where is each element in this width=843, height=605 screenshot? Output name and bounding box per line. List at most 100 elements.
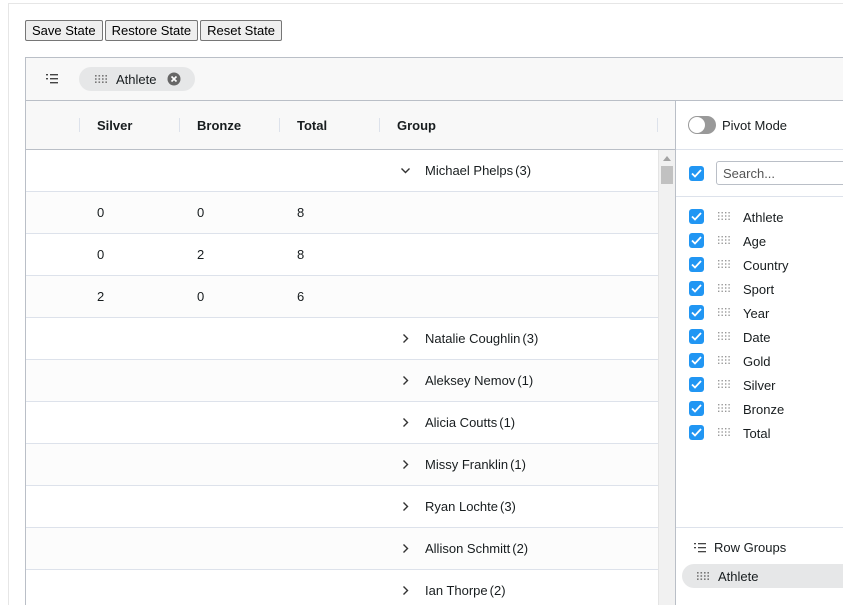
drag-grip-icon[interactable] xyxy=(718,307,730,317)
group-cell: Aleksey Nemov (1) xyxy=(425,360,533,401)
column-checkbox[interactable] xyxy=(689,305,704,320)
group-row[interactable]: Alicia Coutts (1) xyxy=(26,402,658,444)
group-count: (3) xyxy=(515,163,532,178)
chevron-right-icon[interactable] xyxy=(400,501,411,512)
chevron-right-icon[interactable] xyxy=(400,585,411,596)
cell-bronze: 0 xyxy=(197,289,205,304)
pivot-mode-toggle[interactable] xyxy=(688,116,716,134)
group-row[interactable]: Missy Franklin (1) xyxy=(26,444,658,486)
table-row[interactable]: 2 0 6 xyxy=(26,276,658,318)
row-groups-section: Row Groups Athlete xyxy=(676,527,843,605)
group-cell: Ian Thorpe (2) xyxy=(425,570,506,605)
pivot-mode-label: Pivot Mode xyxy=(722,118,788,133)
row-group-item-athlete[interactable]: Athlete xyxy=(682,564,843,588)
group-row[interactable]: Ian Thorpe (2) xyxy=(26,570,658,605)
pivot-mode-section: Pivot Mode xyxy=(676,101,843,150)
drag-grip-icon[interactable] xyxy=(718,235,730,245)
chevron-right-icon[interactable] xyxy=(400,333,411,344)
scrollbar-thumb[interactable] xyxy=(661,166,673,184)
select-all-checkbox[interactable] xyxy=(689,166,704,181)
column-item-country[interactable]: Country xyxy=(676,253,843,277)
column-item-year[interactable]: Year xyxy=(676,301,843,325)
column-search-input[interactable] xyxy=(716,161,843,185)
row-group-drop-panel[interactable]: Athlete xyxy=(26,58,843,101)
column-item-label: Bronze xyxy=(743,401,785,417)
header-group[interactable]: Group xyxy=(397,101,436,149)
group-count: (2) xyxy=(512,541,529,556)
drag-grip-icon[interactable] xyxy=(718,283,730,293)
save-state-button[interactable]: Save State xyxy=(25,20,103,41)
group-row[interactable]: Allison Schmitt (2) xyxy=(26,528,658,570)
group-name: Alicia Coutts xyxy=(425,415,498,430)
column-item-total[interactable]: Total xyxy=(676,421,843,445)
drag-grip-icon[interactable] xyxy=(95,74,107,84)
header-silver[interactable]: Silver xyxy=(97,101,132,149)
vertical-scrollbar[interactable] xyxy=(658,150,675,605)
column-item-athlete[interactable]: Athlete xyxy=(676,205,843,229)
cell-silver: 2 xyxy=(97,289,105,304)
chevron-right-icon[interactable] xyxy=(400,459,411,470)
restore-state-button[interactable]: Restore State xyxy=(104,20,199,41)
group-name: Allison Schmitt xyxy=(425,541,511,556)
toolbar: Save State Restore State Reset State xyxy=(25,20,283,41)
table-row[interactable]: 0 0 8 xyxy=(26,192,658,234)
cell-total: 8 xyxy=(297,205,305,220)
column-checkbox[interactable] xyxy=(689,233,704,248)
column-item-label: Date xyxy=(743,329,771,345)
column-item-label: Athlete xyxy=(743,209,784,225)
group-row[interactable]: Ryan Lochte (3) xyxy=(26,486,658,528)
column-item-bronze[interactable]: Bronze xyxy=(676,397,843,421)
column-item-sport[interactable]: Sport xyxy=(676,277,843,301)
drag-grip-icon[interactable] xyxy=(718,355,730,365)
remove-group-icon[interactable] xyxy=(167,72,181,86)
group-row[interactable]: Natalie Coughlin (3) xyxy=(26,318,658,360)
drag-grip-icon[interactable] xyxy=(718,259,730,269)
group-chip-label: Athlete xyxy=(116,71,157,87)
column-item-age[interactable]: Age xyxy=(676,229,843,253)
drag-grip-icon[interactable] xyxy=(718,211,730,221)
header-total[interactable]: Total xyxy=(297,101,327,149)
drag-grip-icon[interactable] xyxy=(718,331,730,341)
column-checkbox[interactable] xyxy=(689,353,704,368)
group-row[interactable]: Michael Phelps (3) xyxy=(26,150,658,192)
group-name: Aleksey Nemov xyxy=(425,373,516,388)
chevron-right-icon[interactable] xyxy=(400,375,411,386)
column-item-silver[interactable]: Silver xyxy=(676,373,843,397)
column-checkbox[interactable] xyxy=(689,329,704,344)
row-groups-header: Row Groups xyxy=(694,540,786,555)
row-groups-title: Row Groups xyxy=(714,540,787,555)
column-item-date[interactable]: Date xyxy=(676,325,843,349)
cell-total: 8 xyxy=(297,247,305,262)
column-checkbox[interactable] xyxy=(689,209,704,224)
column-checkbox[interactable] xyxy=(689,401,704,416)
cell-bronze: 2 xyxy=(197,247,205,262)
drag-grip-icon[interactable] xyxy=(718,379,730,389)
group-cell: Alicia Coutts (1) xyxy=(425,402,515,443)
header-bronze[interactable]: Bronze xyxy=(197,101,241,149)
chevron-right-icon[interactable] xyxy=(400,543,411,554)
scroll-up-icon[interactable] xyxy=(663,155,671,161)
group-name: Natalie Coughlin xyxy=(425,331,521,346)
column-item-label: Age xyxy=(743,233,767,249)
drag-grip-icon[interactable] xyxy=(718,403,730,413)
group-name: Ryan Lochte xyxy=(425,499,498,514)
header-separator xyxy=(79,118,80,132)
column-checkbox[interactable] xyxy=(689,425,704,440)
column-item-gold[interactable]: Gold xyxy=(676,349,843,373)
group-chip-athlete[interactable]: Athlete xyxy=(79,67,195,91)
group-count: (1) xyxy=(517,373,534,388)
rows-container: Michael Phelps (3) 0 0 8 0 2 8 2 0 6 Nata… xyxy=(26,150,658,605)
data-grid: Athlete Silver Bronze Total Group Michae… xyxy=(25,57,843,605)
row-group-item-label: Athlete xyxy=(718,568,759,584)
table-row[interactable]: 0 2 8 xyxy=(26,234,658,276)
column-checkbox[interactable] xyxy=(689,377,704,392)
chevron-down-icon[interactable] xyxy=(400,165,411,176)
drag-grip-icon[interactable] xyxy=(718,427,730,437)
column-checkbox[interactable] xyxy=(689,257,704,272)
reset-state-button[interactable]: Reset State xyxy=(200,20,283,41)
drag-grip-icon[interactable] xyxy=(697,571,709,581)
chevron-right-icon[interactable] xyxy=(400,417,411,428)
group-row[interactable]: Aleksey Nemov (1) xyxy=(26,360,658,402)
column-checkbox[interactable] xyxy=(689,281,704,296)
group-name: Missy Franklin xyxy=(425,457,509,472)
